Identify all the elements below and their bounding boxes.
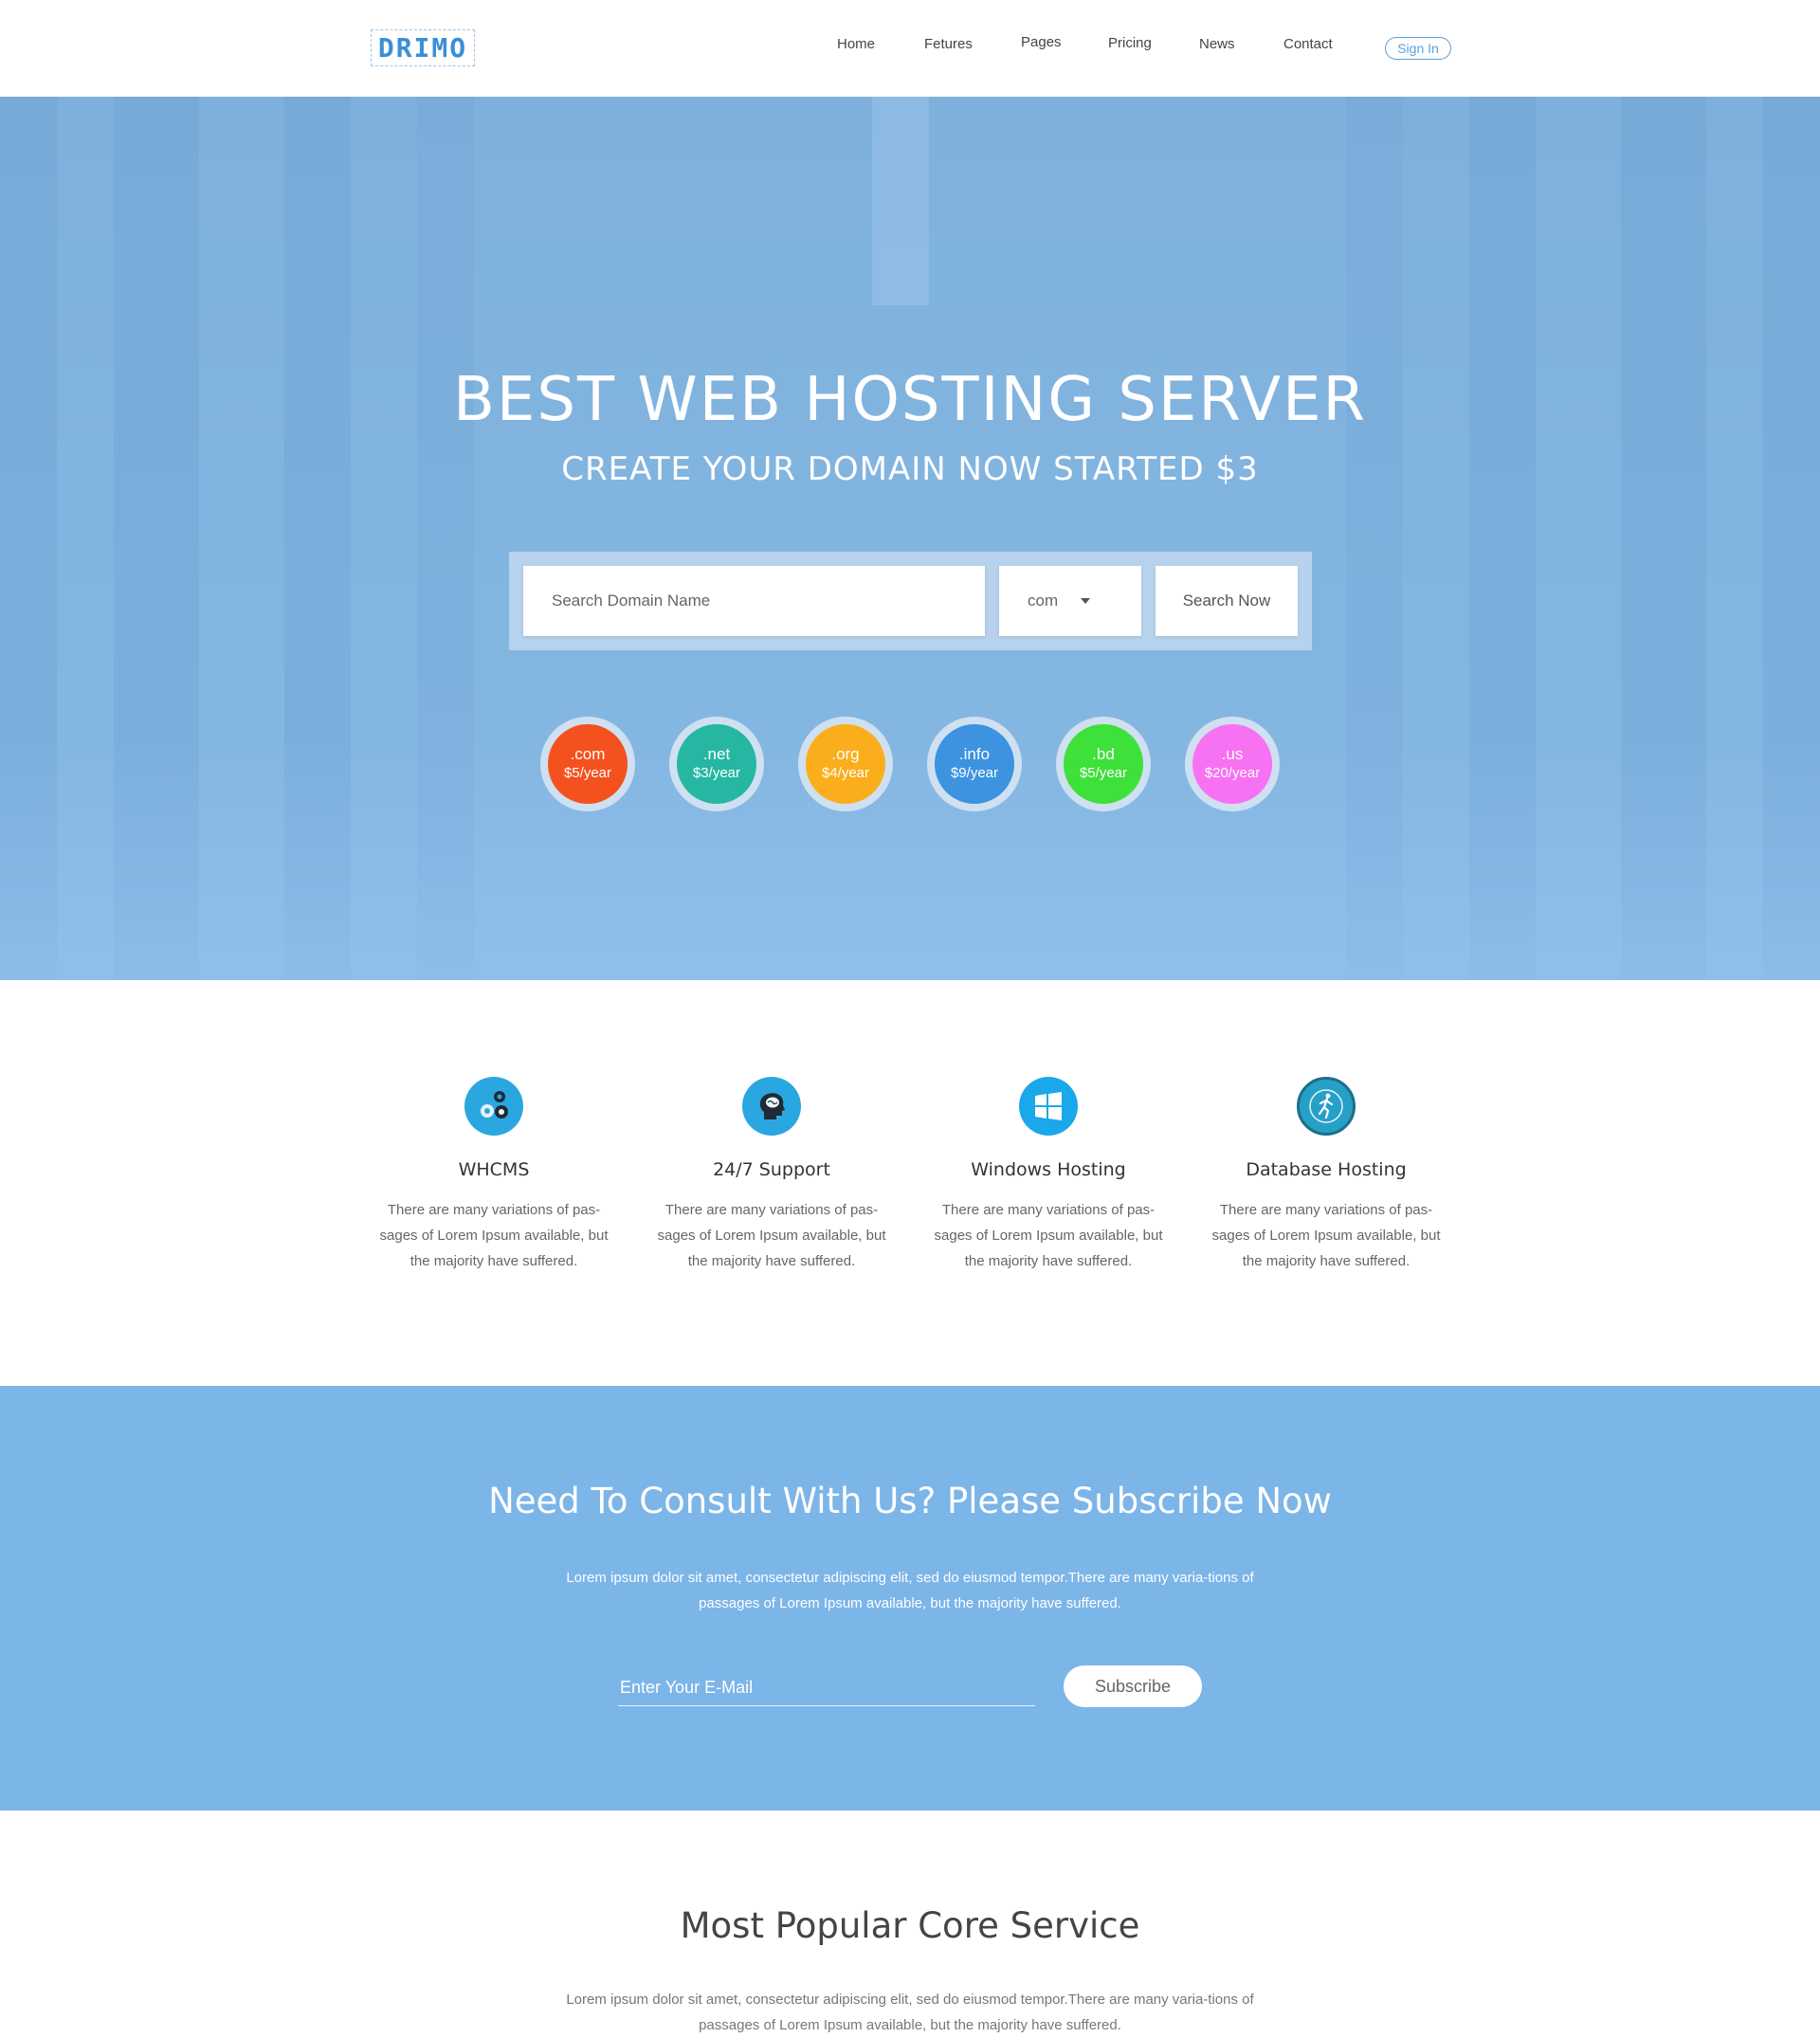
subscribe-button[interactable]: Subscribe [1064, 1665, 1202, 1707]
tld-badge-info[interactable]: .info $9/year [927, 717, 1022, 811]
nav-features[interactable]: Fetures [924, 36, 973, 52]
feature-support: 24/7 Support There are many variations o… [639, 1077, 904, 1274]
domain-search-form: Search Domain Name com Search Now [509, 552, 1312, 650]
core-service-text: Lorem ipsum dolor sit amet, consectetur … [566, 1992, 1254, 2033]
tld-name: .bd [1092, 745, 1115, 763]
core-service-title: Most Popular Core Service [680, 1905, 1140, 1946]
feature-title: Database Hosting [1246, 1159, 1407, 1180]
feature-title: Windows Hosting [971, 1159, 1126, 1180]
caret-down-icon [1081, 598, 1090, 604]
tld-badge-inner: .org $4/year [806, 724, 885, 804]
hero-bg-floor [0, 734, 1820, 980]
hero-section: BEST WEB HOSTING SERVER CREATE YOUR DOMA… [0, 97, 1820, 980]
domain-search-input[interactable]: Search Domain Name [523, 566, 985, 636]
tld-price: $3/year [692, 765, 741, 781]
email-field[interactable]: Enter Your E-Mail [618, 1670, 1035, 1706]
site-header: DRIMO Home Fetures Pages Pricing News Co… [0, 0, 1820, 97]
brain-head-icon [742, 1077, 801, 1136]
tld-badge-inner: .net $3/year [677, 724, 756, 804]
main-nav: Home Fetures Pages Pricing News Contact [0, 34, 1820, 61]
tld-select-value: com [1028, 591, 1059, 610]
subscribe-title: Need To Consult With Us? Please Subscrib… [488, 1481, 1332, 1521]
tld-price: $4/year [821, 765, 870, 781]
search-now-button[interactable]: Search Now [1156, 566, 1298, 636]
tld-price: $5/year [1079, 765, 1128, 781]
tld-badge-inner: .info $9/year [935, 724, 1014, 804]
feature-title: WHCMS [458, 1159, 530, 1180]
feature-database-hosting: Database Hosting There are many variatio… [1193, 1077, 1459, 1274]
feature-text: There are many variations of pas-sages o… [379, 1202, 609, 1269]
feature-whcms: WHCMS There are many variations of pas-s… [361, 1077, 627, 1274]
nav-home[interactable]: Home [837, 36, 875, 52]
tld-price: $20/year [1204, 765, 1261, 781]
feature-text: There are many variations of pas-sages o… [657, 1202, 886, 1269]
feature-windows-hosting: Windows Hosting There are many variation… [916, 1077, 1181, 1274]
tld-badge-inner: .bd $5/year [1064, 724, 1143, 804]
subscribe-text: Lorem ipsum dolor sit amet, consectetur … [566, 1570, 1254, 1611]
subscribe-section: Need To Consult With Us? Please Subscrib… [0, 1386, 1820, 1811]
hero-title: BEST WEB HOSTING SERVER [453, 365, 1367, 435]
tld-badge-inner: .com $5/year [548, 724, 628, 804]
runner-icon [1297, 1077, 1356, 1136]
tld-price: $9/year [950, 765, 999, 781]
windows-icon [1019, 1077, 1078, 1136]
tld-badge-us[interactable]: .us $20/year [1185, 717, 1280, 811]
nav-pages[interactable]: Pages [1021, 34, 1062, 50]
tld-select[interactable]: com [999, 566, 1141, 636]
feature-title: 24/7 Support [713, 1159, 830, 1180]
tld-price: $5/year [563, 765, 612, 781]
hero-bg-light [872, 97, 929, 305]
hero-subtitle: CREATE YOUR DOMAIN NOW STARTED $3 [561, 450, 1259, 488]
tld-name: .us [1221, 745, 1244, 763]
tld-name: .net [702, 745, 731, 763]
gears-icon [464, 1077, 523, 1136]
tld-name: .org [831, 745, 860, 763]
tld-name: .com [570, 745, 606, 763]
nav-pricing[interactable]: Pricing [1108, 35, 1152, 51]
tld-badge-inner: .us $20/year [1192, 724, 1272, 804]
nav-contact[interactable]: Contact [1283, 36, 1333, 52]
tld-badge-bd[interactable]: .bd $5/year [1056, 717, 1151, 811]
feature-text: There are many variations of pas-sages o… [1211, 1202, 1441, 1269]
tld-badge-net[interactable]: .net $3/year [669, 717, 764, 811]
feature-text: There are many variations of pas-sages o… [934, 1202, 1163, 1269]
sign-in-button[interactable]: Sign In [1385, 37, 1451, 60]
tld-badge-com[interactable]: .com $5/year [540, 717, 635, 811]
tld-name: .info [958, 745, 991, 763]
nav-news[interactable]: News [1199, 36, 1235, 52]
tld-badge-org[interactable]: .org $4/year [798, 717, 893, 811]
